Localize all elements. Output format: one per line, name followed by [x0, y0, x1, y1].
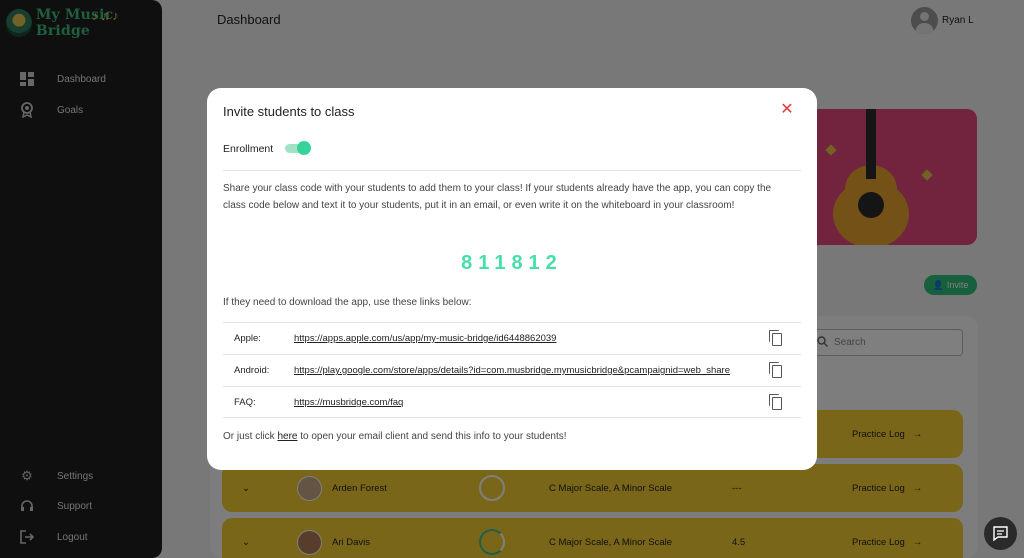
play-store-link[interactable]: https://play.google.com/store/apps/detai… [294, 365, 730, 376]
footer-prefix: Or just click [223, 431, 275, 442]
faq-link[interactable]: https://musbridge.com/faq [294, 397, 403, 408]
enrollment-label: Enrollment [223, 143, 274, 155]
email-client-link[interactable]: here [277, 431, 297, 442]
apple-store-link[interactable]: https://apps.apple.com/us/app/my-music-b… [294, 333, 556, 344]
divider [223, 170, 801, 171]
modal-title: Invite students to class [223, 104, 355, 119]
class-code[interactable]: 811812 [223, 252, 801, 275]
link-label: Android: [234, 365, 270, 376]
invite-modal: Invite students to class ✕ Enrollment Sh… [207, 88, 817, 470]
chat-icon [993, 526, 1008, 541]
footer-suffix: to open your email client and send this … [300, 431, 567, 442]
toggle-knob [297, 141, 311, 155]
close-icon[interactable]: ✕ [780, 102, 794, 118]
faq-link-row: FAQ: https://musbridge.com/faq [223, 386, 801, 417]
apple-link-row: Apple: https://apps.apple.com/us/app/my-… [223, 322, 801, 353]
copy-icon[interactable] [769, 394, 783, 410]
enrollment-toggle[interactable] [285, 141, 311, 156]
chat-button[interactable] [984, 517, 1017, 550]
android-link-row: Android: https://play.google.com/store/a… [223, 354, 801, 385]
link-label: Apple: [234, 333, 261, 344]
copy-icon[interactable] [769, 362, 783, 378]
invite-description: Share your class code with your students… [223, 183, 772, 211]
links-intro: If they need to download the app, use th… [223, 297, 472, 308]
copy-icon[interactable] [769, 330, 783, 346]
email-footer: Or just click here to open your email cl… [223, 431, 567, 442]
link-label: FAQ: [234, 397, 256, 408]
divider [223, 417, 801, 418]
